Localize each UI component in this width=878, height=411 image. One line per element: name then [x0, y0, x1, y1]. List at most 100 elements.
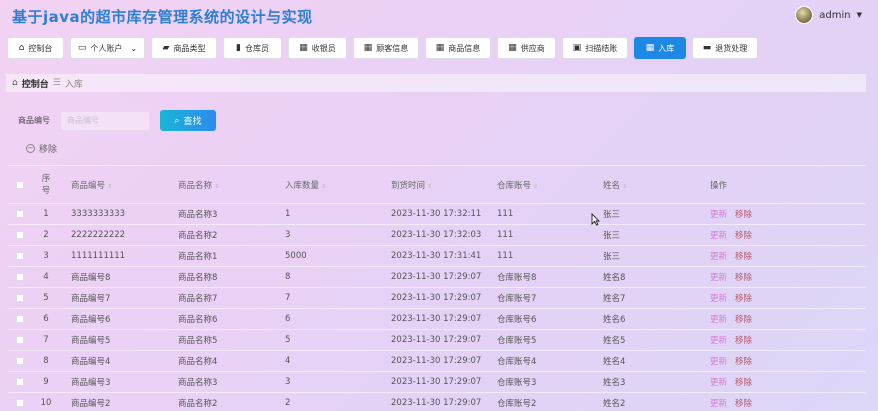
search-button[interactable]: ⌕ 查找	[160, 110, 216, 131]
breadcrumb-separator-icon: ☰	[52, 78, 61, 88]
row-time: 2023-11-30 17:29:07	[391, 314, 482, 324]
table-row: 9 商品编号3 商品名称3 3 2023-11-30 17:29:07 仓库账号3 姓名3 更…	[8, 372, 865, 393]
nav-item-4[interactable]: ▦ 收银员	[288, 37, 347, 59]
nav-item-8[interactable]: ▣ 扫描结账	[562, 37, 628, 59]
row-edit-button[interactable]: 更新	[710, 229, 727, 241]
row-account: 仓库账号4	[497, 357, 537, 367]
search-input[interactable]	[60, 110, 150, 131]
row-delete-button[interactable]: 移除	[735, 208, 752, 220]
breadcrumb-home[interactable]: 控制台	[22, 77, 49, 90]
nav-item-1[interactable]: ▭ 个人账户 ⌄	[70, 37, 145, 59]
row-index: 6	[43, 314, 49, 324]
row-person: 姓名8	[603, 273, 626, 283]
row-delete-button[interactable]: 移除	[735, 334, 752, 346]
row-checkbox[interactable]	[16, 294, 24, 302]
sort-icon[interactable]: ⇕	[321, 183, 326, 190]
nav-item-3[interactable]: ▮ 仓库员	[223, 37, 282, 59]
header-name[interactable]: 商品名称 ⇕	[171, 179, 278, 191]
nav-item-5[interactable]: ▦ 顾客信息	[353, 37, 419, 59]
inbound-table: 序号 商品编号 ⇕ 商品名称 ⇕ 入库数量 ⇕ 到货时间 ⇕ 仓库账号 ⇕ 姓名 ⇕ 操作 …	[8, 165, 865, 411]
row-checkbox[interactable]	[16, 336, 24, 344]
row-code: 3333333333	[71, 209, 126, 219]
row-time: 2023-11-30 17:29:07	[391, 356, 482, 366]
row-checkbox[interactable]	[16, 399, 24, 407]
row-edit-button[interactable]: 更新	[710, 334, 727, 346]
breadcrumb: ⌂ 控制台 ☰ 入库	[6, 74, 866, 92]
row-index: 8	[43, 356, 49, 366]
avatar[interactable]	[795, 6, 814, 24]
header-index: 序号	[41, 173, 51, 196]
chevron-down-icon: ⌄	[130, 43, 138, 53]
row-time: 2023-11-30 17:32:03	[391, 230, 482, 240]
select-all-checkbox[interactable]	[16, 180, 24, 189]
table-row: 2 2222222222 商品名称2 3 2023-11-30 17:32:03 111 张…	[8, 225, 865, 246]
sort-icon[interactable]: ⇕	[533, 183, 538, 190]
sort-icon[interactable]: ⇕	[622, 183, 627, 190]
briefcase-icon: ▣	[572, 42, 582, 53]
sort-icon[interactable]: ⇕	[427, 183, 432, 190]
row-checkbox[interactable]	[16, 252, 24, 260]
row-edit-button[interactable]: 更新	[710, 292, 727, 304]
row-edit-button[interactable]: 更新	[710, 250, 727, 262]
nav-item-label: 控制台	[28, 43, 53, 53]
breadcrumb-current: 入库	[64, 79, 83, 90]
nav-item-label: 顾客信息	[376, 43, 409, 53]
row-edit-button[interactable]: 更新	[710, 355, 727, 367]
sort-icon[interactable]: ⇕	[214, 183, 219, 190]
nav-item-label: 供应商	[520, 43, 545, 53]
search-icon: ⌕	[174, 115, 180, 126]
row-delete-button[interactable]: 移除	[735, 313, 752, 325]
nav-item-2[interactable]: ▰ 商品类型	[151, 37, 217, 59]
row-delete-button[interactable]: 移除	[735, 355, 752, 367]
batch-remove-button[interactable]: − 移除	[26, 142, 57, 155]
caret-down-icon[interactable]: ▼	[857, 11, 862, 19]
header-account[interactable]: 仓库账号 ⇕	[490, 179, 596, 191]
row-name: 商品名称7	[178, 294, 218, 304]
table-row: 7 商品编号5 商品名称5 5 2023-11-30 17:29:07 仓库账号5 姓名5 更…	[8, 330, 865, 351]
user-menu[interactable]: admin ▼	[795, 6, 862, 24]
nav-item-0[interactable]: ⌂ 控制台	[7, 37, 64, 59]
sort-icon[interactable]: ⇕	[107, 183, 112, 190]
grid-icon: ▦	[645, 42, 655, 53]
nav-item-7[interactable]: ▦ 供应商	[497, 37, 556, 59]
row-checkbox[interactable]	[16, 357, 24, 365]
row-qty: 2	[285, 398, 291, 408]
user-name[interactable]: admin	[819, 10, 850, 21]
row-account: 仓库账号2	[497, 399, 537, 409]
row-checkbox[interactable]	[16, 231, 24, 239]
row-person: 姓名4	[603, 357, 626, 367]
row-checkbox[interactable]	[16, 315, 24, 323]
row-delete-button[interactable]: 移除	[735, 376, 752, 388]
row-time: 2023-11-30 17:29:07	[391, 398, 482, 408]
nav-item-10[interactable]: ▬ 退货处理	[692, 37, 758, 59]
row-delete-button[interactable]: 移除	[735, 250, 752, 262]
row-delete-button[interactable]: 移除	[735, 229, 752, 241]
row-checkbox[interactable]	[16, 273, 24, 281]
nav-item-label: 入库	[658, 43, 675, 53]
row-code: 商品编号5	[71, 336, 111, 346]
nav-item-label: 商品信息	[448, 43, 481, 53]
row-edit-button[interactable]: 更新	[710, 208, 727, 220]
row-edit-button[interactable]: 更新	[710, 313, 727, 325]
row-edit-button[interactable]: 更新	[710, 376, 727, 388]
row-checkbox[interactable]	[16, 210, 24, 218]
row-delete-button[interactable]: 移除	[735, 397, 752, 409]
header-person[interactable]: 姓名 ⇕	[596, 179, 702, 191]
row-checkbox[interactable]	[16, 378, 24, 386]
row-code: 商品编号3	[71, 378, 111, 388]
header-code[interactable]: 商品编号 ⇕	[64, 179, 171, 191]
row-edit-button[interactable]: 更新	[710, 397, 727, 409]
nav-item-6[interactable]: ▦ 商品信息	[425, 37, 491, 59]
row-person: 姓名3	[603, 378, 626, 388]
nav-item-9[interactable]: ▦ 入库	[634, 37, 686, 59]
table-row: 1 3333333333 商品名称3 1 2023-11-30 17:32:11 111 张…	[8, 204, 865, 225]
row-delete-button[interactable]: 移除	[735, 292, 752, 304]
row-name: 商品名称8	[178, 273, 218, 283]
row-name: 商品名称3	[178, 378, 218, 388]
row-delete-button[interactable]: 移除	[735, 271, 752, 283]
minus-circle-icon: −	[26, 144, 35, 153]
row-edit-button[interactable]: 更新	[710, 271, 727, 283]
row-name: 商品名称6	[178, 315, 218, 325]
header-time[interactable]: 到货时间 ⇕	[384, 179, 490, 191]
header-qty[interactable]: 入库数量 ⇕	[278, 179, 384, 191]
